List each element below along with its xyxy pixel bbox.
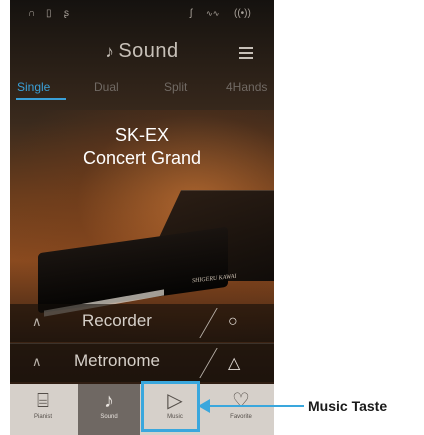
tab-split[interactable]: Split [164,80,187,94]
tab-single[interactable]: Single [17,80,50,94]
music-highlight-box [141,381,200,432]
callout-label: Music Taste [308,398,388,414]
recorder-label: Recorder [82,311,152,330]
nav-favorite[interactable]: ♡ Favorite [210,384,272,435]
heart-icon: ♡ [232,390,250,412]
metronome-label: Metronome [74,351,160,370]
wlan-icon: ((•)) [234,8,251,19]
sound-description: Concert Grand [82,148,202,168]
sound-model: SK-EX [114,125,170,145]
wave-icon: ∿∿ [206,9,220,18]
tab-dual[interactable]: Dual [94,80,119,94]
music-note-icon: ♪ [104,390,114,412]
menu-icon[interactable] [239,47,253,61]
selected-sound[interactable]: SK-EX Concert Grand [10,124,274,170]
piano-icon: ⌸ [37,390,49,412]
usb-icon: ▯ [46,8,52,19]
callout-line [208,405,304,407]
midi-icon: ʃ [190,8,193,19]
metronome-panel[interactable]: ∧ Metronome △ [10,343,274,382]
bluetooth-icon: ʂ [64,8,69,19]
page-title: ♪ Sound [105,40,179,62]
function-panels: ∧ Recorder ○ ∧ Metronome △ [10,304,274,382]
nav-pianist[interactable]: ⌸ Pianist [12,384,74,435]
record-icon[interactable]: ○ [228,313,238,331]
nav-sound[interactable]: ♪ Sound [78,384,140,435]
active-tab-indicator [16,98,66,100]
piano-app-screen: SHIGERU KAWAI ∩ ▯ ʂ ʃ ∿∿ ((•)) ♪ Sound Si… [10,0,274,435]
sound-mode-tabs: Single Dual Split 4Hands [10,74,274,108]
recorder-panel[interactable]: ∧ Recorder ○ [10,304,274,342]
headphone-icon: ∩ [28,8,36,19]
music-note-icon: ♪ [105,42,115,61]
status-bar: ∩ ▯ ʂ ʃ ∿∿ ((•)) [10,0,274,28]
tab-4hands[interactable]: 4Hands [226,80,267,94]
metronome-icon[interactable]: △ [228,353,240,373]
